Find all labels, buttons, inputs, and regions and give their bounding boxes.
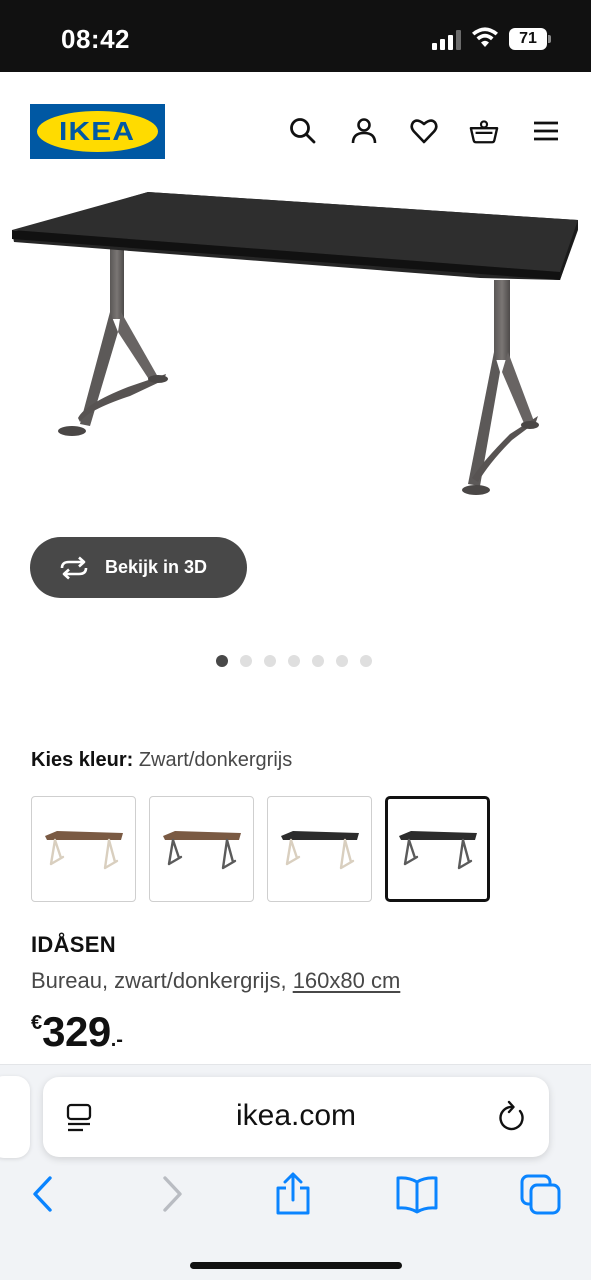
view-in-3d-label: Bekijk in 3D <box>105 557 208 577</box>
ikea-logo[interactable]: IKEA <box>30 104 165 159</box>
color-label: Kies kleur: Zwart/donkergrijs <box>31 749 292 772</box>
battery-level: 71 <box>509 28 547 50</box>
gallery-dot[interactable] <box>216 655 228 667</box>
logo-text: IKEA <box>59 116 136 146</box>
product-type: Bureau, zwart/donkergrijs, <box>31 968 287 993</box>
search-icon[interactable] <box>288 116 318 146</box>
product-price: €329.- <box>31 1008 123 1056</box>
price-currency: € <box>31 1012 43 1034</box>
back-icon[interactable] <box>24 1172 64 1216</box>
bookmarks-icon[interactable] <box>395 1172 439 1216</box>
home-indicator <box>190 1262 402 1269</box>
color-selected-value: Zwart/donkergrijs <box>138 749 293 771</box>
cellular-signal-icon <box>432 30 461 50</box>
product-size-link[interactable]: 160x80 cm <box>293 968 401 993</box>
gallery-pagination <box>216 655 372 667</box>
menu-icon[interactable] <box>531 116 561 146</box>
url-text: ikea.com <box>235 1099 357 1132</box>
basket-icon[interactable] <box>469 116 499 146</box>
forward-icon[interactable] <box>152 1172 192 1216</box>
share-icon[interactable] <box>273 1172 313 1216</box>
battery-icon: 71 <box>509 28 551 50</box>
gallery-dot[interactable] <box>240 655 252 667</box>
wifi-icon <box>472 27 498 47</box>
previous-tab-peek[interactable] <box>0 1076 30 1158</box>
status-bar: 08:42 71 <box>0 0 591 72</box>
price-amount: 329 <box>42 1008 111 1055</box>
color-swatch[interactable] <box>31 796 136 902</box>
gallery-dot[interactable] <box>336 655 348 667</box>
status-time: 08:42 <box>61 24 130 54</box>
price-suffix: .- <box>110 1029 123 1051</box>
gallery-dot[interactable] <box>288 655 300 667</box>
account-icon[interactable] <box>349 116 379 146</box>
tabs-icon[interactable] <box>519 1172 563 1216</box>
color-label-title: Kies kleur: <box>31 749 134 771</box>
product-description: Bureau, zwart/donkergrijs, 160x80 cm <box>31 968 400 994</box>
rotate-3d-icon <box>60 556 88 579</box>
color-swatch[interactable] <box>149 796 254 902</box>
gallery-dot[interactable] <box>360 655 372 667</box>
color-swatches <box>31 796 490 902</box>
product-image[interactable] <box>0 182 591 512</box>
product-name: IDÅSEN <box>31 932 116 957</box>
heart-icon[interactable] <box>409 116 439 146</box>
gallery-dot[interactable] <box>264 655 276 667</box>
site-header: IKEA <box>0 72 591 182</box>
color-swatch-selected[interactable] <box>385 796 490 902</box>
view-in-3d-button[interactable]: Bekijk in 3D <box>30 537 247 598</box>
address-bar[interactable]: ikea.com <box>43 1077 549 1157</box>
gallery-dot[interactable] <box>312 655 324 667</box>
color-swatch[interactable] <box>267 796 372 902</box>
reload-icon[interactable] <box>496 1099 528 1135</box>
